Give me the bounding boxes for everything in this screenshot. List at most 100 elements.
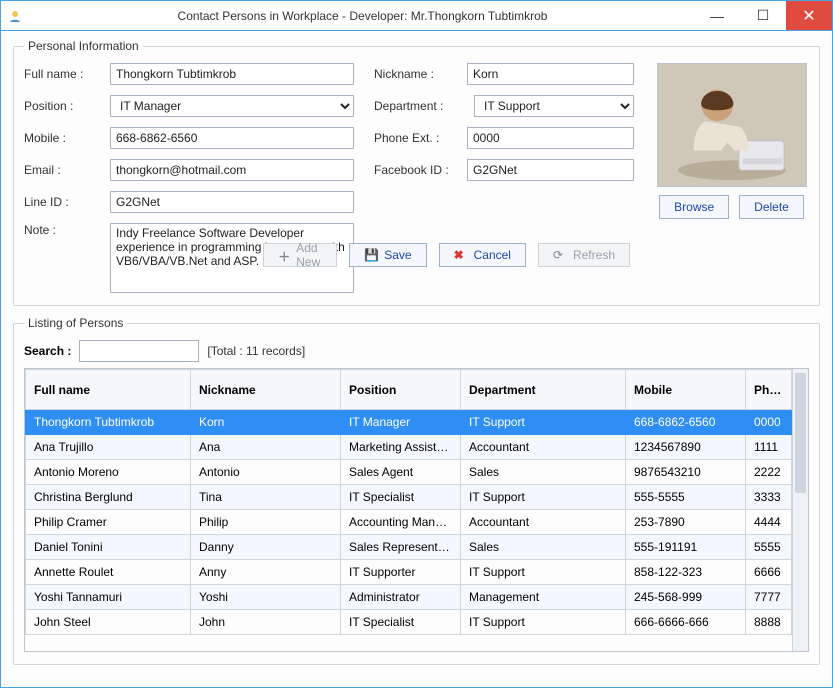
cell-phoneext[interactable]: 1111 — [746, 435, 792, 460]
mobile-input[interactable] — [110, 127, 354, 149]
col-department[interactable]: Department — [461, 370, 626, 410]
cell-nickname[interactable]: Korn — [191, 410, 341, 435]
cell-mobile[interactable]: 555-5555 — [626, 485, 746, 510]
cell-fullname[interactable]: Yoshi Tannamuri — [26, 585, 191, 610]
persons-grid[interactable]: Full name Nickname Position Department M… — [25, 369, 792, 635]
person-with-laptop-icon — [658, 64, 806, 186]
cell-fullname[interactable]: Philip Cramer — [26, 510, 191, 535]
label-lineid: Line ID : — [24, 195, 102, 209]
facebook-input[interactable] — [467, 159, 634, 181]
window-frame: Contact Persons in Workplace - Developer… — [0, 0, 833, 688]
cell-nickname[interactable]: Ana — [191, 435, 341, 460]
cell-phoneext[interactable]: 2222 — [746, 460, 792, 485]
contact-photo — [657, 63, 807, 187]
email-input[interactable] — [110, 159, 354, 181]
scrollbar-thumb[interactable] — [795, 373, 806, 493]
save-button[interactable]: 💾 Save — [349, 243, 426, 267]
cell-department[interactable]: IT Support — [461, 485, 626, 510]
cell-fullname[interactable]: John Steel — [26, 610, 191, 635]
cell-mobile[interactable]: 253-7890 — [626, 510, 746, 535]
cell-position[interactable]: IT Manager — [341, 410, 461, 435]
cell-position[interactable]: IT Specialist — [341, 485, 461, 510]
cell-mobile[interactable]: 668-6862-6560 — [626, 410, 746, 435]
cell-position[interactable]: IT Specialist — [341, 610, 461, 635]
cell-mobile[interactable]: 555-191191 — [626, 535, 746, 560]
plus-icon: ＋ — [278, 248, 290, 262]
cell-phoneext[interactable]: 8888 — [746, 610, 792, 635]
maximize-button[interactable]: ☐ — [740, 1, 786, 30]
cell-nickname[interactable]: Anny — [191, 560, 341, 585]
cell-department[interactable]: Sales — [461, 535, 626, 560]
delete-button[interactable]: Delete — [739, 195, 804, 219]
cell-department[interactable]: Sales — [461, 460, 626, 485]
cell-fullname[interactable]: Thongkorn Tubtimkrob — [26, 410, 191, 435]
cell-mobile[interactable]: 858-122-323 — [626, 560, 746, 585]
cell-position[interactable]: Sales Agent — [341, 460, 461, 485]
table-row[interactable]: Philip CramerPhilipAccounting ManagerAcc… — [26, 510, 792, 535]
cell-nickname[interactable]: Philip — [191, 510, 341, 535]
cell-position[interactable]: Accounting Manager — [341, 510, 461, 535]
cell-mobile[interactable]: 9876543210 — [626, 460, 746, 485]
col-position[interactable]: Position — [341, 370, 461, 410]
nickname-input[interactable] — [467, 63, 634, 85]
cell-department[interactable]: Management — [461, 585, 626, 610]
department-select[interactable]: IT Support — [474, 95, 634, 117]
phoneext-input[interactable] — [467, 127, 634, 149]
titlebar[interactable]: Contact Persons in Workplace - Developer… — [1, 1, 832, 31]
cell-fullname[interactable]: Ana Trujillo — [26, 435, 191, 460]
cell-nickname[interactable]: Antonio — [191, 460, 341, 485]
cell-fullname[interactable]: Christina Berglund — [26, 485, 191, 510]
cell-nickname[interactable]: Yoshi — [191, 585, 341, 610]
cell-phoneext[interactable]: 6666 — [746, 560, 792, 585]
cell-position[interactable]: Marketing Assistant — [341, 435, 461, 460]
cancel-button[interactable]: ✖ Cancel — [439, 243, 526, 267]
cell-phoneext[interactable]: 0000 — [746, 410, 792, 435]
table-row[interactable]: Thongkorn TubtimkrobKornIT ManagerIT Sup… — [26, 410, 792, 435]
cell-nickname[interactable]: Danny — [191, 535, 341, 560]
table-row[interactable]: Daniel ToniniDannySales RepresentativeSa… — [26, 535, 792, 560]
cell-department[interactable]: IT Support — [461, 610, 626, 635]
position-select[interactable]: IT Manager — [110, 95, 354, 117]
lineid-input[interactable] — [110, 191, 354, 213]
col-nickname[interactable]: Nickname — [191, 370, 341, 410]
table-row[interactable]: Ana TrujilloAnaMarketing AssistantAccoun… — [26, 435, 792, 460]
table-row[interactable]: John SteelJohnIT SpecialistIT Support666… — [26, 610, 792, 635]
cell-mobile[interactable]: 245-568-999 — [626, 585, 746, 610]
grid-scrollbar[interactable] — [792, 369, 808, 651]
cell-phoneext[interactable]: 5555 — [746, 535, 792, 560]
cell-position[interactable]: IT Supporter — [341, 560, 461, 585]
cell-department[interactable]: Accountant — [461, 510, 626, 535]
cell-department[interactable]: Accountant — [461, 435, 626, 460]
cell-nickname[interactable]: John — [191, 610, 341, 635]
cell-mobile[interactable]: 666-6666-666 — [626, 610, 746, 635]
delete-label: Delete — [754, 200, 789, 214]
addnew-button[interactable]: ＋ Add New — [263, 243, 337, 267]
col-mobile[interactable]: Mobile — [626, 370, 746, 410]
table-row[interactable]: Antonio MorenoAntonioSales AgentSales987… — [26, 460, 792, 485]
browse-button[interactable]: Browse — [659, 195, 729, 219]
cell-mobile[interactable]: 1234567890 — [626, 435, 746, 460]
cell-department[interactable]: IT Support — [461, 410, 626, 435]
cell-position[interactable]: Administrator — [341, 585, 461, 610]
table-row[interactable]: Annette RouletAnnyIT SupporterIT Support… — [26, 560, 792, 585]
label-nickname: Nickname : — [374, 67, 459, 81]
cell-phoneext[interactable]: 4444 — [746, 510, 792, 535]
table-row[interactable]: Christina BerglundTinaIT SpecialistIT Su… — [26, 485, 792, 510]
cell-phoneext[interactable]: 3333 — [746, 485, 792, 510]
label-position: Position : — [24, 99, 102, 113]
cell-department[interactable]: IT Support — [461, 560, 626, 585]
col-fullname[interactable]: Full name — [26, 370, 191, 410]
cell-nickname[interactable]: Tina — [191, 485, 341, 510]
cell-position[interactable]: Sales Representative — [341, 535, 461, 560]
col-phoneext[interactable]: Phone Ext. — [746, 370, 792, 410]
cell-fullname[interactable]: Antonio Moreno — [26, 460, 191, 485]
cell-phoneext[interactable]: 7777 — [746, 585, 792, 610]
cell-fullname[interactable]: Daniel Tonini — [26, 535, 191, 560]
minimize-button[interactable]: — — [694, 1, 740, 30]
cell-fullname[interactable]: Annette Roulet — [26, 560, 191, 585]
refresh-button[interactable]: ⟳ Refresh — [538, 243, 630, 267]
search-input[interactable] — [79, 340, 199, 362]
table-row[interactable]: Yoshi TannamuriYoshiAdministratorManagem… — [26, 585, 792, 610]
fullname-input[interactable] — [110, 63, 354, 85]
close-button[interactable]: ✕ — [786, 1, 832, 30]
